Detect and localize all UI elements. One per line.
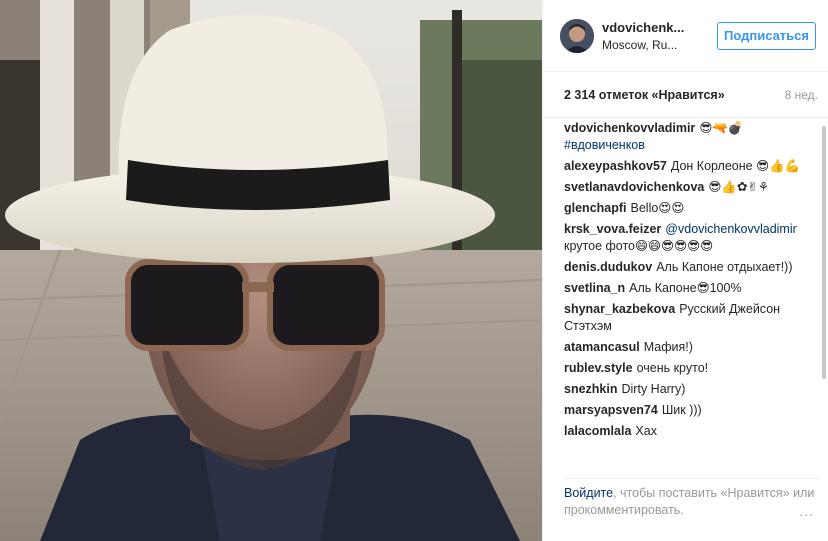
comment-author[interactable]: rublev.style xyxy=(564,361,633,375)
comments-scrollbar[interactable] xyxy=(822,126,826,379)
comment-text: Шик ))) xyxy=(661,403,702,417)
list-item: svetlanavdovichenkova 😎👍✿✌⚘ xyxy=(564,179,812,196)
more-options-icon[interactable]: ... xyxy=(799,503,814,520)
likes-count[interactable]: 2 314 отметок «Нравится» xyxy=(564,88,725,102)
comments-list[interactable]: vdovichenkovvladimir 😎🔫💣 #вдовиченков ale… xyxy=(543,120,828,477)
comment-text: Bello😍😍 xyxy=(630,201,685,215)
list-item: rublev.style очень круто! xyxy=(564,360,812,377)
comment-author[interactable]: marsyapsven74 xyxy=(564,403,658,417)
comment-author[interactable]: atamancasul xyxy=(564,340,640,354)
login-link[interactable]: Войдите xyxy=(564,486,613,500)
comment-author[interactable]: alexeypashkov57 xyxy=(564,159,667,173)
comment-author[interactable]: lalacomlala xyxy=(564,424,631,438)
comment-text: Мафия!) xyxy=(643,340,693,354)
comment-text: 😎👍✿✌⚘ xyxy=(708,180,770,194)
comment-author[interactable]: krsk_vova.feizer xyxy=(564,222,661,236)
list-item: denis.dudukov Аль Капоне отдыхает!)) xyxy=(564,259,812,276)
post-stats: 2 314 отметок «Нравится» 8 нед. xyxy=(543,72,828,118)
comment-text: очень круто! xyxy=(636,361,709,375)
user-block: vdovichenk... Moscow, Ru... xyxy=(602,20,717,52)
username-link[interactable]: vdovichenk... xyxy=(602,20,717,35)
mention-link[interactable]: @vdovichenkovvladimir xyxy=(665,222,797,236)
avatar-icon xyxy=(560,18,594,53)
comment-author[interactable]: shynar_kazbekova xyxy=(564,302,675,316)
list-item: krsk_vova.feizer @vdovichenkovvladimir кр… xyxy=(564,221,812,255)
photo-image xyxy=(0,0,542,541)
comment-text: Дон Корлеоне 😎👍💪 xyxy=(670,159,801,173)
post-header: vdovichenk... Moscow, Ru... Подписаться xyxy=(543,0,828,72)
comment-author[interactable]: denis.dudukov xyxy=(564,260,652,274)
list-item: marsyapsven74 Шик ))) xyxy=(564,402,812,419)
comment-author[interactable]: glenchapfi xyxy=(564,201,627,215)
post-age[interactable]: 8 нед. xyxy=(785,88,818,102)
comment-caption: vdovichenkovvladimir 😎🔫💣 #вдовиченков xyxy=(564,120,812,154)
comment-text: Хах xyxy=(635,424,657,438)
list-item: shynar_kazbekova Русский Джейсон Стэтхэм xyxy=(564,301,812,335)
comment-text: Аль Капоне отдыхает!)) xyxy=(656,260,793,274)
list-item: alexeypashkov57 Дон Корлеоне 😎👍💪 xyxy=(564,158,812,175)
list-item: glenchapfi Bello😍😍 xyxy=(564,200,812,217)
hashtag-link[interactable]: #вдовиченков xyxy=(564,138,645,152)
avatar[interactable] xyxy=(560,18,594,53)
follow-button[interactable]: Подписаться xyxy=(716,21,816,50)
comment-text: крутое фото😄😄😎😎😎😎 xyxy=(564,239,714,253)
login-prompt: Войдите, чтобы поставить «Нравится» или … xyxy=(564,478,820,538)
comment-author[interactable]: svetlina_n xyxy=(564,281,625,295)
list-item: svetlina_n Аль Капоне😎100% xyxy=(564,280,812,297)
comment-author[interactable]: snezhkin xyxy=(564,382,618,396)
list-item: snezhkin Dirty Harry) xyxy=(564,381,812,398)
comment-author[interactable]: svetlanavdovichenkova xyxy=(564,180,704,194)
list-item: lalacomlala Хах xyxy=(564,423,812,440)
post-photo[interactable] xyxy=(0,0,542,541)
list-item: atamancasul Мафия!) xyxy=(564,339,812,356)
instagram-post: vdovichenk... Moscow, Ru... Подписаться … xyxy=(0,0,828,541)
comment-author[interactable]: vdovichenkovvladimir xyxy=(564,121,695,135)
comment-text: Аль Капоне😎100% xyxy=(629,281,742,295)
post-sidebar: vdovichenk... Moscow, Ru... Подписаться … xyxy=(542,0,828,541)
location-link[interactable]: Moscow, Ru... xyxy=(602,38,717,52)
comment-text: Dirty Harry) xyxy=(621,382,686,396)
comment-text: 😎🔫💣 xyxy=(699,121,744,135)
